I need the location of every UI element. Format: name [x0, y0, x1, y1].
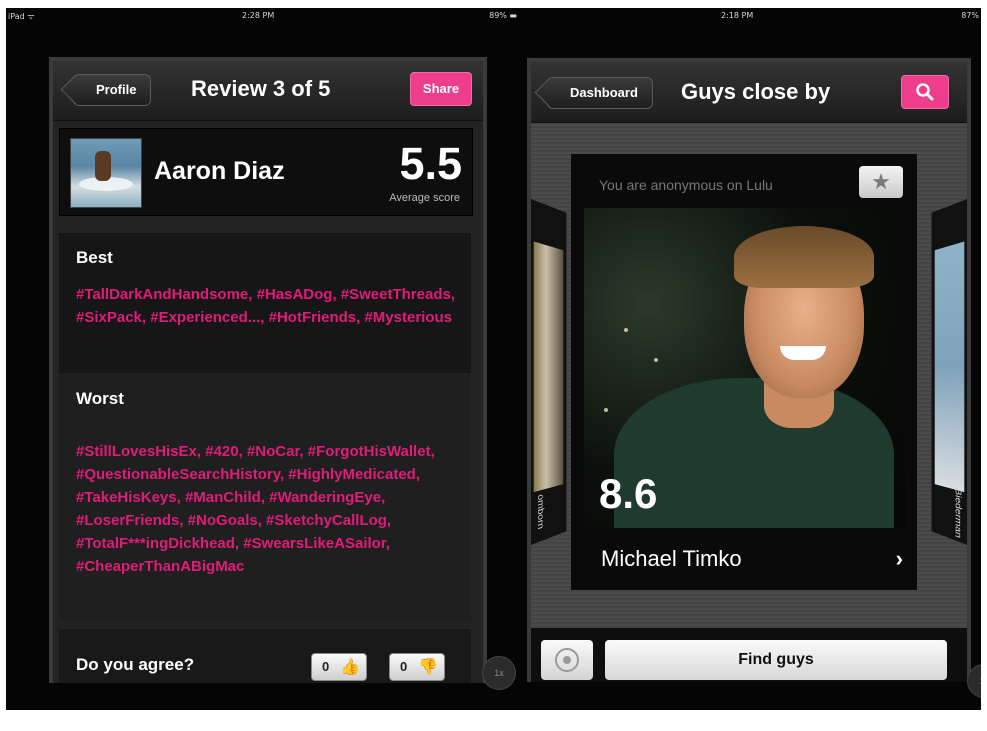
agree-button[interactable]: 0 👍 [311, 653, 367, 681]
zoom-badge[interactable]: 1x [482, 656, 516, 690]
guy-rating: 8.6 [599, 470, 657, 518]
agree-label: Do you agree? [76, 655, 194, 675]
status-battery: 89% ▬ [489, 11, 517, 20]
chevron-right-icon[interactable]: › [896, 546, 903, 572]
dashboard-back-label: Dashboard [570, 85, 638, 100]
worst-tags: #StillLovesHisEx, #420, #NoCar, #ForgotH… [76, 440, 457, 578]
best-section: Best #TallDarkAndHandsome, #HasADog, #Sw… [59, 233, 471, 373]
review-panel: Profile Review 3 of 5 Share Aaron Diaz 5… [49, 57, 487, 683]
search-icon [915, 82, 935, 102]
disagree-button[interactable]: 0 👎 [389, 653, 445, 681]
locate-button[interactable] [541, 640, 593, 680]
avatar[interactable] [70, 138, 142, 208]
worst-heading: Worst [76, 389, 124, 409]
status-battery: 87% [961, 11, 979, 20]
status-time: 2:28 PM [242, 11, 274, 20]
next-guy-name: Biederman [953, 487, 962, 539]
average-score: 5.5 [399, 139, 462, 189]
next-guy-card[interactable]: Biederman [932, 199, 968, 546]
status-time: 2:18 PM [721, 11, 753, 20]
star-icon: ★ [871, 169, 891, 194]
guy-name: Michael Timko [601, 546, 742, 572]
status-bar: 2:18 PM 87% [519, 8, 981, 24]
average-score-label: Average score [389, 192, 460, 204]
thumbs-up-icon: 👍 [340, 657, 360, 677]
next-guy-photo [935, 242, 965, 493]
nearby-panel: Dashboard Guys close by omborn Biederman… [527, 58, 971, 682]
prev-guy-name: omborn [535, 493, 544, 531]
share-button[interactable]: Share [410, 72, 472, 106]
find-guys-button[interactable]: Find guys [605, 640, 947, 680]
profile-back-button[interactable]: Profile [73, 74, 151, 106]
agree-bar: Do you agree? 0 👍 0 👎 [59, 629, 471, 683]
bottom-bar: Find guys [531, 628, 967, 682]
prev-guy-photo [534, 242, 564, 493]
best-heading: Best [76, 248, 113, 268]
background-light [654, 358, 658, 362]
review-navbar: Profile Review 3 of 5 Share [53, 61, 483, 121]
page-title: Guys close by [681, 79, 830, 105]
review-screen: iPad ᯤ 2:28 PM 89% ▬ Profile Review 3 of… [6, 8, 519, 710]
guy-card[interactable]: You are anonymous on Lulu ★ 8.6 Michael … [571, 154, 917, 590]
profile-back-label: Profile [96, 82, 136, 97]
status-bar: iPad ᯤ 2:28 PM 89% ▬ [6, 8, 519, 24]
background-light [604, 408, 608, 412]
guy-name-bar[interactable]: Michael Timko › [571, 532, 917, 590]
dashboard-back-button[interactable]: Dashboard [547, 77, 653, 109]
search-button[interactable] [901, 75, 949, 109]
thumbs-down-icon: 👎 [418, 657, 438, 677]
photo-hair [734, 226, 874, 288]
worst-section: Worst #StillLovesHisEx, #420, #NoCar, #F… [59, 373, 471, 621]
best-tags: #TallDarkAndHandsome, #HasADog, #SweetTh… [76, 283, 457, 329]
device-label: iPad ᯤ [8, 11, 35, 22]
disagree-count: 0 [400, 659, 407, 674]
avatar-figure [95, 151, 111, 181]
person-name: Aaron Diaz [154, 157, 285, 186]
nearby-navbar: Dashboard Guys close by [531, 62, 967, 123]
background-light [624, 328, 628, 332]
photo-smile [780, 346, 826, 360]
page-title: Review 3 of 5 [191, 76, 330, 102]
locate-icon [541, 640, 593, 680]
prev-guy-card[interactable]: omborn [530, 199, 566, 546]
profile-card: Aaron Diaz 5.5 Average score [59, 128, 473, 216]
agree-count: 0 [322, 659, 329, 674]
anonymous-notice: You are anonymous on Lulu [599, 177, 773, 193]
favorite-button[interactable]: ★ [859, 166, 903, 198]
nearby-screen: 2:18 PM 87% Dashboard Guys close by ombo… [519, 8, 981, 710]
